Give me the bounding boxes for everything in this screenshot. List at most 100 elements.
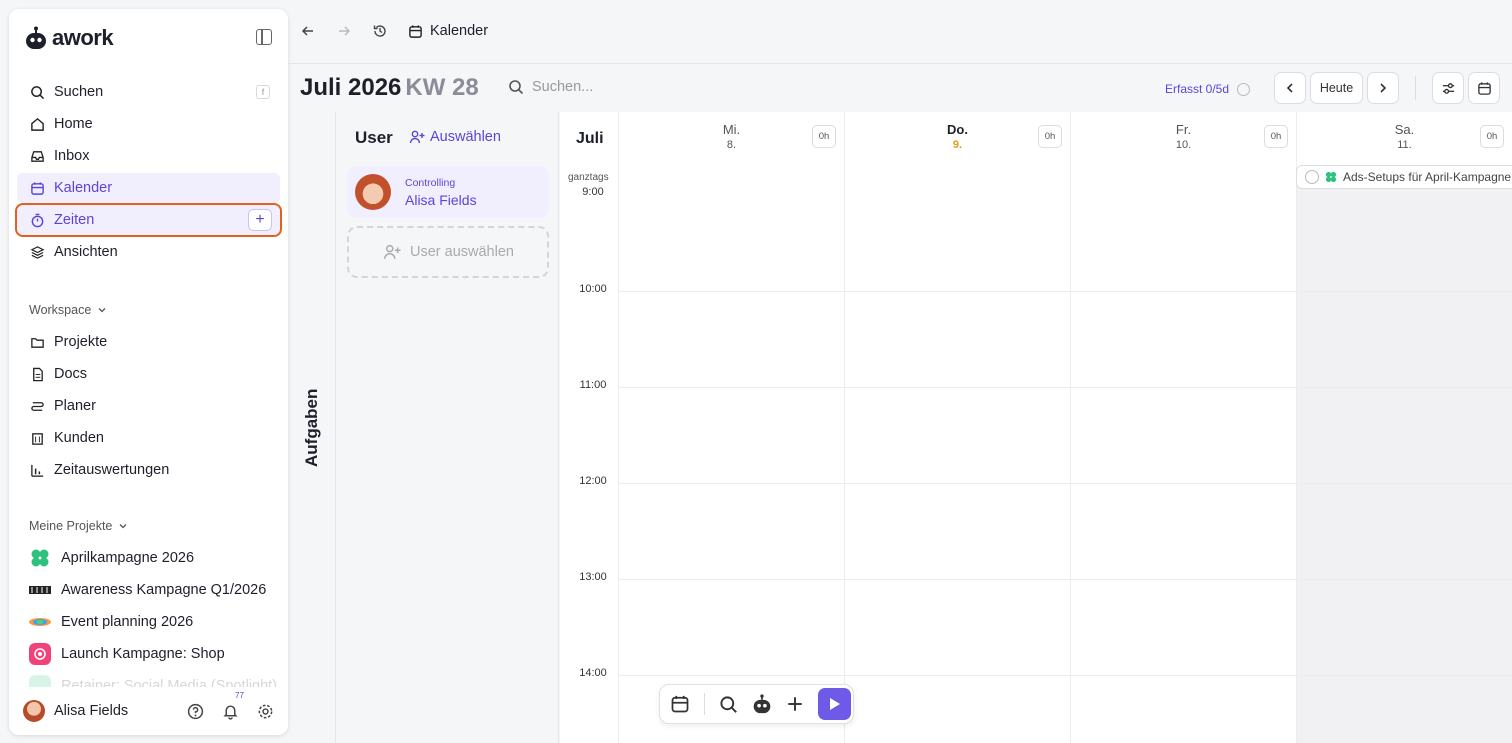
launch-icon <box>29 643 51 665</box>
day-column[interactable]: Fr. 10. 0h <box>1070 112 1296 743</box>
project-item[interactable]: Launch Kampagne: Shop <box>29 638 279 670</box>
progress-ring-icon <box>1237 82 1251 96</box>
project-list: Aprilkampagne 2026 Awareness Kampagne Q1… <box>29 542 279 702</box>
inbox-icon <box>29 148 45 164</box>
nav-docs-label: Docs <box>54 366 88 382</box>
workspace-heading: Workspace <box>29 303 92 317</box>
calendar-add-icon[interactable] <box>670 694 690 714</box>
nav-search-label: Suchen <box>54 84 104 100</box>
help-icon[interactable] <box>187 703 204 720</box>
project-item[interactable]: Event planning 2026 <box>29 606 279 638</box>
breadcrumb-label: Kalender <box>430 23 489 39</box>
task-checkbox[interactable] <box>1305 170 1319 184</box>
project-name: Event planning 2026 <box>61 614 194 630</box>
day-name: Fr. <box>1175 122 1192 137</box>
forward-arrow-icon[interactable] <box>336 23 352 39</box>
day-hours-badge: 0h <box>1480 125 1504 148</box>
next-week-button[interactable] <box>1367 72 1399 104</box>
tasks-side-tab[interactable]: Aufgaben <box>288 112 336 743</box>
filter-settings-button[interactable] <box>1432 72 1464 104</box>
day-date: 9. <box>952 139 963 151</box>
add-time-entry-button[interactable]: + <box>248 209 272 231</box>
time-label: 9:00 <box>582 186 604 198</box>
breadcrumb[interactable]: Kalender <box>408 23 488 39</box>
search-input[interactable]: Suchen... <box>532 79 593 95</box>
project-name: Awareness Kampagne Q1/2026 <box>61 582 267 598</box>
day-header: Mi. 8. <box>619 122 844 151</box>
hour-line <box>618 291 1512 292</box>
add-user-icon <box>409 129 425 145</box>
search-icon[interactable] <box>719 695 738 714</box>
nav-inbox[interactable]: Inbox <box>17 141 280 171</box>
month-title: Juli 2026 <box>300 74 402 101</box>
nav-docs[interactable]: Docs <box>17 359 280 389</box>
floating-toolbar <box>659 684 854 724</box>
time-label: 13:00 <box>579 571 607 583</box>
nav-clients-label: Kunden <box>54 430 104 446</box>
tracked-status-label: Erfasst 0/5d <box>1165 82 1230 96</box>
day-header: Fr. 10. <box>1071 122 1296 151</box>
project-name: Launch Kampagne: Shop <box>61 646 225 662</box>
sidebar-collapse-icon[interactable] <box>256 29 272 45</box>
play-icon <box>829 697 841 711</box>
nav-planner-label: Planer <box>54 398 96 414</box>
selected-user-card[interactable]: Controlling Alisa Fields <box>347 166 549 218</box>
building-icon <box>29 430 45 446</box>
nav-projects[interactable]: Projekte <box>17 327 280 357</box>
plus-icon[interactable] <box>786 695 804 713</box>
sidebar-footer: Alisa Fields 77 <box>9 687 288 735</box>
nav-planner[interactable]: Planer <box>17 391 280 421</box>
day-column[interactable]: Sa. 11. 0h <box>1296 112 1512 743</box>
home-icon <box>29 116 45 132</box>
event-title: Ads-Setups für April-Kampagne <box>1343 170 1512 184</box>
my-projects-section-toggle[interactable]: Meine Projekte <box>29 519 128 533</box>
tasks-side-label: Aufgaben <box>302 388 321 467</box>
nav-inbox-label: Inbox <box>54 148 90 164</box>
project-item[interactable]: Aprilkampagne 2026 <box>29 542 279 574</box>
project-item[interactable]: Awareness Kampagne Q1/2026 <box>29 574 279 606</box>
workspace-section-toggle[interactable]: Workspace <box>29 303 107 317</box>
calendar-settings-button[interactable] <box>1468 72 1500 104</box>
nav-views[interactable]: Ansichten <box>17 237 280 267</box>
nav-calendar[interactable]: Kalender <box>17 173 280 203</box>
previous-week-button[interactable] <box>1274 72 1306 104</box>
user-select-button[interactable]: User auswählen <box>347 226 549 278</box>
avatar[interactable] <box>23 700 45 722</box>
hour-line <box>618 387 1512 388</box>
start-timer-button[interactable] <box>818 688 851 720</box>
day-column[interactable]: Do. 9. 0h <box>844 112 1070 743</box>
avatar <box>355 174 391 210</box>
stopwatch-icon <box>29 212 45 228</box>
calendar-icon <box>408 24 423 39</box>
tracked-status[interactable]: Erfasst 0/5d <box>1165 82 1251 96</box>
day-column[interactable]: Mi. 8. 0h <box>618 112 844 743</box>
week-number: KW 28 <box>405 74 479 101</box>
hour-line <box>618 483 1512 484</box>
awork-logo[interactable]: awork <box>25 25 114 51</box>
calendar-event[interactable]: Ads-Setups für April-Kampagne <box>1296 165 1512 189</box>
back-arrow-icon[interactable] <box>300 23 316 39</box>
sidebar: awork Suchen f Home Inbox Kalender Zeite… <box>9 9 288 735</box>
clover-icon <box>29 547 51 569</box>
history-icon[interactable] <box>372 23 388 39</box>
nav-clients[interactable]: Kunden <box>17 423 280 453</box>
calendar-search[interactable]: Suchen... <box>508 79 593 95</box>
select-users-link[interactable]: Auswählen <box>409 129 501 145</box>
document-icon <box>29 366 45 382</box>
ai-bot-icon[interactable] <box>752 694 772 714</box>
nav-calendar-label: Kalender <box>54 180 113 196</box>
select-users-label: Auswählen <box>430 129 501 145</box>
current-user-name[interactable]: Alisa Fields <box>54 703 128 719</box>
settings-gear-icon[interactable] <box>257 703 274 720</box>
user-select-label: User auswählen <box>410 244 514 260</box>
time-label: 14:00 <box>579 667 607 679</box>
today-button[interactable]: Heute <box>1310 72 1363 104</box>
awareness-logo-icon <box>29 579 51 601</box>
bell-icon[interactable] <box>222 703 239 720</box>
planner-icon <box>29 398 45 414</box>
nav-search[interactable]: Suchen f <box>17 77 280 107</box>
nav-time-tracking[interactable]: Zeiten + <box>15 203 282 237</box>
nav-time-reports[interactable]: Zeitauswertungen <box>17 455 280 485</box>
search-shortcut: f <box>256 85 270 99</box>
nav-home[interactable]: Home <box>17 109 280 139</box>
